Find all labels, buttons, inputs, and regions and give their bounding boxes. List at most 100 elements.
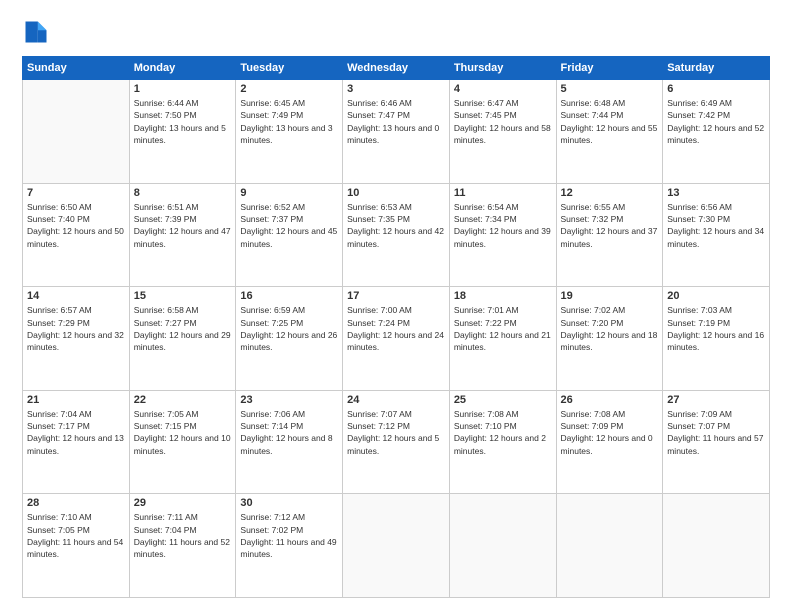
sunset-text: Sunset: 7:44 PM (561, 109, 659, 121)
sunrise-text: Sunrise: 7:06 AM (240, 408, 338, 420)
daylight-text: Daylight: 12 hours and 29 minutes. (134, 329, 232, 354)
sunrise-text: Sunrise: 6:47 AM (454, 97, 552, 109)
day-number: 1 (134, 83, 232, 95)
sunrise-text: Sunrise: 6:49 AM (667, 97, 765, 109)
calendar-cell: 19Sunrise: 7:02 AMSunset: 7:20 PMDayligh… (556, 287, 663, 391)
sunset-text: Sunset: 7:15 PM (134, 420, 232, 432)
daylight-text: Daylight: 12 hours and 16 minutes. (667, 329, 765, 354)
daylight-text: Daylight: 12 hours and 10 minutes. (134, 432, 232, 457)
day-number: 19 (561, 290, 659, 302)
sunrise-text: Sunrise: 6:48 AM (561, 97, 659, 109)
day-number: 28 (27, 497, 125, 509)
calendar-cell: 23Sunrise: 7:06 AMSunset: 7:14 PMDayligh… (236, 390, 343, 494)
calendar-cell (663, 494, 770, 598)
sunrise-text: Sunrise: 6:45 AM (240, 97, 338, 109)
sunset-text: Sunset: 7:39 PM (134, 213, 232, 225)
col-header-friday: Friday (556, 57, 663, 80)
calendar-cell: 12Sunrise: 6:55 AMSunset: 7:32 PMDayligh… (556, 183, 663, 287)
sunrise-text: Sunrise: 6:53 AM (347, 201, 445, 213)
calendar-cell: 17 Sunrise: 7:00 AMSunset: 7:24 PMDayligh… (343, 287, 450, 391)
calendar-week-4: 21Sunrise: 7:04 AMSunset: 7:17 PMDayligh… (23, 390, 770, 494)
sunset-text: Sunset: 7:17 PM (27, 420, 125, 432)
sunset-text: Sunset: 7:47 PM (347, 109, 445, 121)
daylight-text: Daylight: 12 hours and 58 minutes. (454, 122, 552, 147)
daylight-text: Daylight: 12 hours and 45 minutes. (240, 225, 338, 250)
calendar-cell: 13 Sunrise: 6:56 AMSunset: 7:30 PMDayligh… (663, 183, 770, 287)
calendar-cell: 21Sunrise: 7:04 AMSunset: 7:17 PMDayligh… (23, 390, 130, 494)
day-number: 12 (561, 187, 659, 199)
daylight-text: Daylight: 12 hours and 42 minutes. (347, 225, 445, 250)
sunset-text: Sunset: 7:27 PM (134, 317, 232, 329)
sunset-text: Sunset: 7:24 PM (347, 317, 445, 329)
day-number: 17 (347, 290, 445, 302)
sunset-text: Sunset: 7:22 PM (454, 317, 552, 329)
day-number: 2 (240, 83, 338, 95)
sunset-text: Sunset: 7:09 PM (561, 420, 659, 432)
col-header-monday: Monday (129, 57, 236, 80)
daylight-text: Daylight: 12 hours and 37 minutes. (561, 225, 659, 250)
sunset-text: Sunset: 7:29 PM (27, 317, 125, 329)
calendar-cell: 1Sunrise: 6:44 AMSunset: 7:50 PMDaylight… (129, 80, 236, 184)
sunrise-text: Sunrise: 6:57 AM (27, 304, 125, 316)
daylight-text: Daylight: 12 hours and 55 minutes. (561, 122, 659, 147)
day-number: 22 (134, 394, 232, 406)
calendar-cell: 26Sunrise: 7:08 AMSunset: 7:09 PMDayligh… (556, 390, 663, 494)
sunset-text: Sunset: 7:20 PM (561, 317, 659, 329)
sunrise-text: Sunrise: 6:51 AM (134, 201, 232, 213)
sunrise-text: Sunrise: 7:09 AM (667, 408, 765, 420)
daylight-text: Daylight: 12 hours and 2 minutes. (454, 432, 552, 457)
day-number: 3 (347, 83, 445, 95)
daylight-text: Daylight: 12 hours and 34 minutes. (667, 225, 765, 250)
day-number: 5 (561, 83, 659, 95)
sunset-text: Sunset: 7:07 PM (667, 420, 765, 432)
day-number: 13 (667, 187, 765, 199)
calendar-cell: 27Sunrise: 7:09 AMSunset: 7:07 PMDayligh… (663, 390, 770, 494)
calendar-week-3: 14Sunrise: 6:57 AMSunset: 7:29 PMDayligh… (23, 287, 770, 391)
daylight-text: Daylight: 11 hours and 49 minutes. (240, 536, 338, 561)
sunrise-text: Sunrise: 7:04 AM (27, 408, 125, 420)
day-number: 16 (240, 290, 338, 302)
daylight-text: Daylight: 12 hours and 24 minutes. (347, 329, 445, 354)
col-header-thursday: Thursday (449, 57, 556, 80)
calendar-cell: 24Sunrise: 7:07 AMSunset: 7:12 PMDayligh… (343, 390, 450, 494)
day-number: 29 (134, 497, 232, 509)
sunset-text: Sunset: 7:19 PM (667, 317, 765, 329)
day-number: 20 (667, 290, 765, 302)
daylight-text: Daylight: 13 hours and 0 minutes. (347, 122, 445, 147)
sunset-text: Sunset: 7:30 PM (667, 213, 765, 225)
header (22, 18, 770, 46)
sunrise-text: Sunrise: 6:46 AM (347, 97, 445, 109)
daylight-text: Daylight: 12 hours and 50 minutes. (27, 225, 125, 250)
sunset-text: Sunset: 7:12 PM (347, 420, 445, 432)
calendar-cell: 3 Sunrise: 6:46 AMSunset: 7:47 PMDaylight… (343, 80, 450, 184)
calendar-cell: 6Sunrise: 6:49 AMSunset: 7:42 PMDaylight… (663, 80, 770, 184)
sunrise-text: Sunrise: 7:07 AM (347, 408, 445, 420)
sunrise-text: Sunrise: 6:59 AM (240, 304, 338, 316)
sunrise-text: Sunrise: 7:08 AM (454, 408, 552, 420)
daylight-text: Daylight: 12 hours and 0 minutes. (561, 432, 659, 457)
sunrise-text: Sunrise: 6:55 AM (561, 201, 659, 213)
sunrise-text: Sunrise: 6:44 AM (134, 97, 232, 109)
calendar-cell: 16Sunrise: 6:59 AMSunset: 7:25 PMDayligh… (236, 287, 343, 391)
calendar-cell: 14Sunrise: 6:57 AMSunset: 7:29 PMDayligh… (23, 287, 130, 391)
sunrise-text: Sunrise: 7:05 AM (134, 408, 232, 420)
sunrise-text: Sunrise: 7:01 AM (454, 304, 552, 316)
sunrise-text: Sunrise: 7:00 AM (347, 304, 445, 316)
calendar-header-row: SundayMondayTuesdayWednesdayThursdayFrid… (23, 57, 770, 80)
day-number: 26 (561, 394, 659, 406)
sunrise-text: Sunrise: 6:56 AM (667, 201, 765, 213)
col-header-wednesday: Wednesday (343, 57, 450, 80)
day-number: 7 (27, 187, 125, 199)
calendar-cell: 7Sunrise: 6:50 AMSunset: 7:40 PMDaylight… (23, 183, 130, 287)
calendar-week-2: 7Sunrise: 6:50 AMSunset: 7:40 PMDaylight… (23, 183, 770, 287)
sunset-text: Sunset: 7:34 PM (454, 213, 552, 225)
calendar-cell: 8Sunrise: 6:51 AMSunset: 7:39 PMDaylight… (129, 183, 236, 287)
day-number: 6 (667, 83, 765, 95)
day-number: 10 (347, 187, 445, 199)
daylight-text: Daylight: 12 hours and 47 minutes. (134, 225, 232, 250)
sunset-text: Sunset: 7:45 PM (454, 109, 552, 121)
calendar-cell: 11Sunrise: 6:54 AMSunset: 7:34 PMDayligh… (449, 183, 556, 287)
daylight-text: Daylight: 13 hours and 5 minutes. (134, 122, 232, 147)
daylight-text: Daylight: 12 hours and 39 minutes. (454, 225, 552, 250)
calendar-week-1: 1Sunrise: 6:44 AMSunset: 7:50 PMDaylight… (23, 80, 770, 184)
